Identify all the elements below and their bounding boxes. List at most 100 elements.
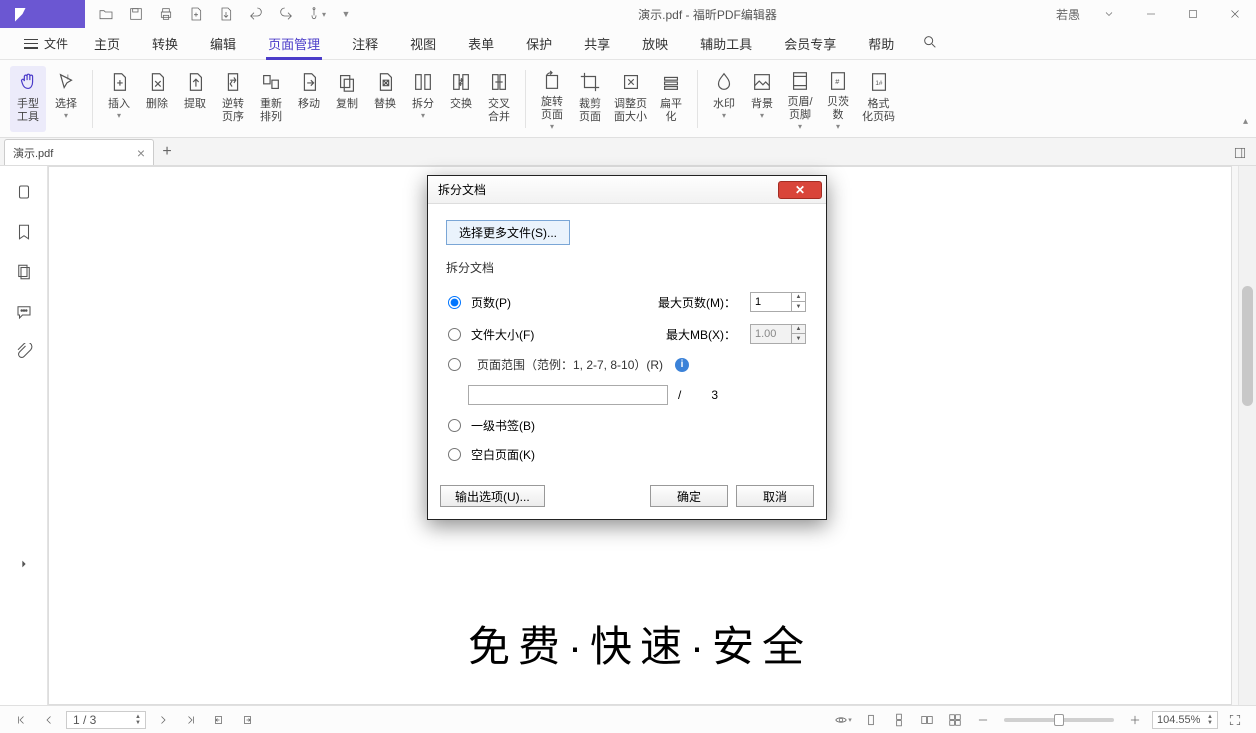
reverse-page-button[interactable]: 逆转 页序 xyxy=(215,66,251,132)
radio-filesize[interactable] xyxy=(448,328,461,341)
continuous-icon[interactable] xyxy=(888,710,910,730)
vertical-scrollbar[interactable] xyxy=(1238,166,1256,705)
radio-range[interactable] xyxy=(448,358,461,371)
attachments-icon[interactable] xyxy=(6,334,42,370)
cross-merge-button[interactable]: 交叉 合并 xyxy=(481,66,517,132)
pages-icon[interactable] xyxy=(6,254,42,290)
copy-page-button[interactable]: 复制 xyxy=(329,66,365,132)
menu-item-3[interactable]: 页面管理 xyxy=(252,28,336,59)
fullscreen-icon[interactable] xyxy=(1224,710,1246,730)
prev-page-button[interactable] xyxy=(38,710,60,730)
single-page-icon[interactable] xyxy=(860,710,882,730)
rearrange-page-button[interactable]: 重新 排列 xyxy=(253,66,289,132)
undo-icon[interactable] xyxy=(241,0,271,28)
radio-pages[interactable] xyxy=(448,296,461,309)
info-icon[interactable]: i xyxy=(675,358,689,372)
menu-item-7[interactable]: 保护 xyxy=(510,28,568,59)
background-button[interactable]: 背景▾ xyxy=(744,66,780,132)
prev-view-icon[interactable] xyxy=(208,710,230,730)
menu-item-9[interactable]: 放映 xyxy=(626,28,684,59)
thumbnails-icon[interactable] xyxy=(6,174,42,210)
scroll-thumb[interactable] xyxy=(1242,286,1253,406)
format-pagecode-button[interactable]: 1#格式 化页码 xyxy=(858,66,899,132)
facing-continuous-icon[interactable] xyxy=(944,710,966,730)
radio-pages-label[interactable]: 页数(P) xyxy=(471,294,511,311)
replace-page-button[interactable]: 替换 xyxy=(367,66,403,132)
menu-item-5[interactable]: 视图 xyxy=(394,28,452,59)
zoom-in-button[interactable] xyxy=(1124,710,1146,730)
zoom-out-button[interactable] xyxy=(972,710,994,730)
user-name[interactable]: 若愚 xyxy=(1048,6,1088,23)
dialog-close-button[interactable]: ✕ xyxy=(778,181,822,199)
redo-icon[interactable] xyxy=(271,0,301,28)
range-input[interactable] xyxy=(468,385,668,405)
split-page-button[interactable]: 拆分▾ xyxy=(405,66,441,132)
read-mode-icon[interactable]: ▾ xyxy=(832,710,854,730)
menu-item-11[interactable]: 会员专享 xyxy=(768,28,852,59)
crop-page-button[interactable]: 裁剪 页面 xyxy=(572,66,608,132)
menu-item-2[interactable]: 编辑 xyxy=(194,28,252,59)
move-page-button[interactable]: 移动 xyxy=(291,66,327,132)
qat-dropdown-icon[interactable]: ▼ xyxy=(331,0,361,28)
file-menu[interactable]: 文件 xyxy=(14,35,78,52)
search-icon[interactable] xyxy=(918,30,942,57)
minimize-button[interactable] xyxy=(1130,0,1172,28)
zoom-thumb[interactable] xyxy=(1054,714,1064,726)
next-page-button[interactable] xyxy=(152,710,174,730)
open-icon[interactable] xyxy=(91,0,121,28)
page-add-icon[interactable] xyxy=(181,0,211,28)
maximize-button[interactable] xyxy=(1172,0,1214,28)
cancel-button[interactable]: 取消 xyxy=(736,485,814,507)
rotate-page-button[interactable]: 旋转 页面▾ xyxy=(534,66,570,132)
comments-icon[interactable] xyxy=(6,294,42,330)
first-page-button[interactable] xyxy=(10,710,32,730)
bates-button[interactable]: #贝茨 数▾ xyxy=(820,66,856,132)
spin-up[interactable]: ▲ xyxy=(792,293,805,302)
new-tab-button[interactable]: + xyxy=(154,139,180,165)
max-pages-input[interactable]: 1▲▼ xyxy=(750,292,806,312)
watermark-button[interactable]: 水印▾ xyxy=(706,66,742,132)
document-tab[interactable]: 演示.pdf × xyxy=(4,139,154,165)
menu-item-4[interactable]: 注释 xyxy=(336,28,394,59)
expand-panel-icon[interactable] xyxy=(14,554,34,574)
delete-page-button[interactable]: 删除 xyxy=(139,66,175,132)
menu-item-1[interactable]: 转换 xyxy=(136,28,194,59)
output-options-button[interactable]: 输出选项(U)... xyxy=(440,485,545,507)
menu-item-0[interactable]: 主页 xyxy=(78,28,136,59)
menu-item-8[interactable]: 共享 xyxy=(568,28,626,59)
radio-bookmark-label[interactable]: 一级书签(B) xyxy=(471,417,535,434)
page-number-input[interactable]: 1 / 3▲▼ xyxy=(66,711,146,729)
ok-button[interactable]: 确定 xyxy=(650,485,728,507)
radio-blank-label[interactable]: 空白页面(K) xyxy=(471,446,535,463)
save-icon[interactable] xyxy=(121,0,151,28)
zoom-level[interactable]: 104.55%▲▼ xyxy=(1152,711,1218,729)
radio-bookmark[interactable] xyxy=(448,419,461,432)
bookmarks-icon[interactable] xyxy=(6,214,42,250)
hand-tool-button[interactable]: 手型 工具 xyxy=(10,66,46,132)
print-icon[interactable] xyxy=(151,0,181,28)
insert-page-button[interactable]: 插入▾ xyxy=(101,66,137,132)
resize-page-button[interactable]: 调整页 面大小 xyxy=(610,66,651,132)
facing-icon[interactable] xyxy=(916,710,938,730)
menu-item-10[interactable]: 辅助工具 xyxy=(684,28,768,59)
select-tool-button[interactable]: I 选择 ▾ xyxy=(48,66,84,132)
dialog-titlebar[interactable]: 拆分文档 ✕ xyxy=(428,176,826,204)
close-button[interactable] xyxy=(1214,0,1256,28)
page-export-icon[interactable] xyxy=(211,0,241,28)
user-dropdown-icon[interactable] xyxy=(1088,0,1130,28)
radio-blank[interactable] xyxy=(448,448,461,461)
header-footer-button[interactable]: 页眉/ 页脚▾ xyxy=(782,66,818,132)
spin-down[interactable]: ▼ xyxy=(792,302,805,311)
next-view-icon[interactable] xyxy=(236,710,258,730)
extract-page-button[interactable]: 提取 xyxy=(177,66,213,132)
menu-item-12[interactable]: 帮助 xyxy=(852,28,910,59)
radio-range-label[interactable]: 页面范围（范例：1, 2-7, 8-10）(R) xyxy=(477,356,663,373)
zoom-slider[interactable] xyxy=(1004,718,1114,722)
last-page-button[interactable] xyxy=(180,710,202,730)
swap-page-button[interactable]: 交换 xyxy=(443,66,479,132)
select-more-files-button[interactable]: 选择更多文件(S)... xyxy=(446,220,570,245)
close-tab-icon[interactable]: × xyxy=(137,145,145,161)
touch-mode-icon[interactable]: ▾ xyxy=(301,0,331,28)
toggle-panel-icon[interactable] xyxy=(1228,141,1252,165)
radio-filesize-label[interactable]: 文件大小(F) xyxy=(471,326,534,343)
